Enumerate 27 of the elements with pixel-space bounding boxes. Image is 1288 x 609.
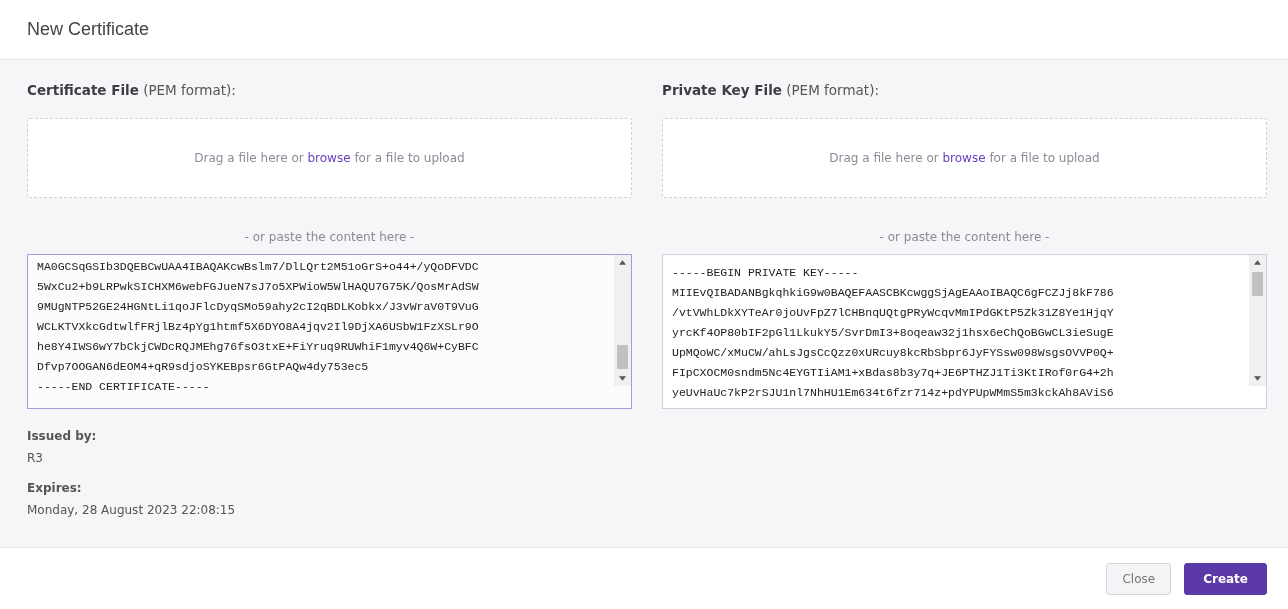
field-label: Certificate File (PEM format): — [27, 81, 237, 100]
scrollbar[interactable] — [1249, 255, 1266, 386]
paste-hint: - or paste the content here - — [878, 230, 1051, 244]
dialog-title: New Certificate — [27, 19, 150, 40]
dropzone-text: Drag a file here or browse for a file to upload — [829, 151, 1100, 165]
scroll-down-icon[interactable] — [1254, 376, 1261, 381]
pem-textarea[interactable]: -----BEGIN PRIVATE KEY----- MIIEvQIBADANBgkqhkiG9w0BAQEFAASCBKcwggSjAgEAAoIBAQC6gFCZJj8kF786 /vtVWhLDkXYTeAr0joUvFpZ7lCHBnqUQtgPRyWcqvMmIPdGKtP5Zk31Z8Ye1HjqY yrcKf4OP80bIF2pGl1LkukY5/SvrDmI3+8oqeaw32j1hsx6eChQoBGwCL3ieSugE UpMQoWC/xMuCW/ahLsJgsCcQzz0xURcuy8kcRbSbpr6JyFYSsw098WsgsOVVP0Q+ FIpCXOCM0sndm5Nc4EYGTIiAM1+xBdas8b3y7q+JE6PTHZJ1Ti3KtIRof0rG4+2h yeUvHaUc7kP2rSJU1nl7NhHU1Em634t6fzr714z+pdYPUpWMmS5m3kckAh8AViS6 — [662, 254, 1267, 409]
scrollbar-thumb[interactable] — [1252, 272, 1263, 296]
detail-value: Monday, 28 August 2023 22:08:15 — [27, 502, 237, 519]
file-dropzone[interactable]: Drag a file here or browse for a file to upload — [662, 118, 1267, 198]
close-button[interactable]: Close — [1106, 562, 1172, 595]
scrollbar[interactable] — [614, 255, 631, 386]
dropzone-text: Drag a file here or browse for a file to upload — [194, 151, 465, 165]
create-button[interactable]: Create — [1184, 562, 1267, 595]
pem-textarea[interactable]: MA0GCSqGSIb3DQEBCwUAA4IBAQAKcwBslm7/DlLQrt2M51oGrS+o44+/yQoDFVDC 5WxCu2+b9LRPwkSICHXM6webFGJueN7sJ7o5XPWioW5WlHAQU7G75K/QosMrAdSW 9MUgNTP52GE24HGNtLi1qoJFlcDyqSMo59ahy2cI2qBDLKobkx/J3vWraV0T9VuG WCLKTVXkcGdtwlfFRjlBz4pYg1htmf5X6DYO8A4jqv2Il9DjXA6USbW1FzXSLr9O he8Y4IWS6wY7bCkjCWDcRQJMEhg76fsO3txE+FiYruq9RUWhiF1myv4Q6W+CyBFC Dfvp7OOGAN6dEOM4+qR9sdjoSYKEBpsr6GtPAQw4dy753ec5 -----END CERTIFICATE----- — [27, 254, 632, 409]
scroll-up-icon[interactable] — [1254, 260, 1261, 265]
scroll-down-icon[interactable] — [619, 376, 626, 381]
file-dropzone[interactable]: Drag a file here or browse for a file to upload — [27, 118, 632, 198]
paste-hint: - or paste the content here - — [243, 230, 416, 244]
scrollbar-thumb[interactable] — [617, 345, 628, 369]
browse-link[interactable]: browse — [942, 151, 986, 165]
detail-label: Expires: — [27, 480, 83, 497]
browse-link[interactable]: browse — [307, 151, 351, 165]
scroll-up-icon[interactable] — [619, 260, 626, 265]
detail-value: R3 — [27, 450, 44, 467]
field-label: Private Key File (PEM format): — [662, 81, 880, 100]
detail-label: Issued by: — [27, 428, 98, 445]
